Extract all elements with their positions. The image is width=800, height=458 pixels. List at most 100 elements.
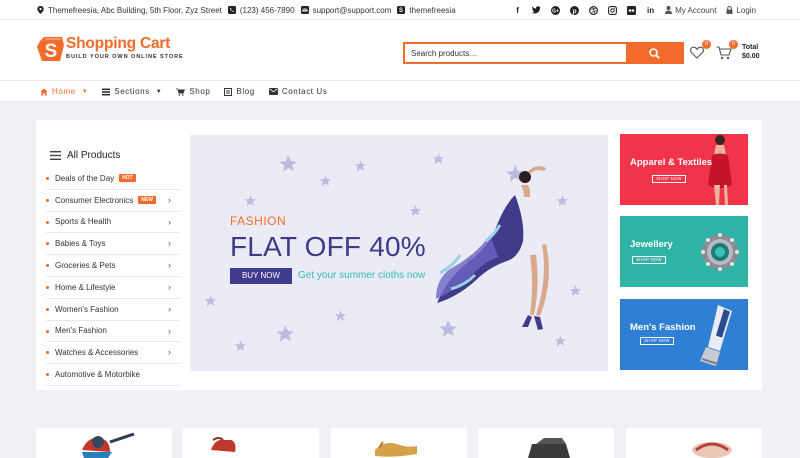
new-badge: NEW [138,196,156,205]
jewellery-ring-image [701,233,739,271]
buy-now-button[interactable]: BUY NOW [230,268,292,284]
nav-item-sections[interactable]: Sections ▼ [102,87,162,96]
location-pin-icon [36,6,44,14]
phone-text: (123) 456-7890 [239,5,295,15]
heart-icon [690,46,704,59]
hot-badge: HOT [119,174,136,183]
logo-tagline: BUILD YOUR OWN ONLINE STORE [66,54,184,60]
nav-item-contact[interactable]: Contact Us [268,87,328,96]
nav-item-home[interactable]: Home ▼ [40,87,88,96]
all-products-title: All Products [67,150,121,161]
hamburger-menu-icon [50,151,61,160]
flickr-icon[interactable] [627,5,637,15]
hero-kicker: FASHION [230,214,287,228]
twitter-icon[interactable] [531,5,541,15]
nav-item-shop[interactable]: Shop [176,87,210,96]
category-item-automotive-motorbike[interactable]: Automotive & Motorbike [46,364,180,386]
shop-now-button[interactable]: SHOP NOW [632,256,666,264]
chevron-right-icon: › [168,194,171,205]
product-image [528,438,570,458]
facebook-icon[interactable]: f [513,6,522,15]
user-icon [665,6,673,14]
product-card[interactable] [478,428,614,458]
category-item-mens-fashion[interactable]: Men's Fashion › [46,321,180,343]
svg-text:G+: G+ [552,8,559,14]
chevron-right-icon: › [168,347,171,358]
category-item-groceries-pets[interactable]: Groceries & Pets › [46,255,180,277]
chevron-right-icon: › [168,281,171,292]
nav-sections-label: Sections [114,87,150,96]
svg-text:p: p [573,7,577,14]
category-label: Deals of the Day [55,173,115,183]
banner-apparel-textiles[interactable]: Apparel & Textiles SHOP NOW [620,134,748,205]
product-card[interactable] [626,428,762,458]
search-input[interactable] [405,44,626,62]
cart-total-label: Total [742,44,759,51]
hero-slider[interactable]: FASHION FLAT OFF 40% BUY NOW Get your su… [190,135,608,371]
logo-title: Shopping Cart [66,35,171,52]
search-button[interactable] [626,44,682,62]
category-label: Home & Lifestyle [55,282,116,292]
top-bar: Themefreesia, Abc Building, 5th Floor, Z… [0,0,800,20]
category-item-womens-fashion[interactable]: Women's Fashion › [46,299,180,321]
category-label: Automotive & Motorbike [55,370,140,380]
model-figure [436,166,549,330]
cart-count-badge: 0 [729,40,738,49]
search-bar [403,42,684,64]
category-item-home-lifestyle[interactable]: Home & Lifestyle › [46,277,180,299]
cart-button[interactable]: 0 [716,40,738,60]
nav-home-label: Home [52,87,76,96]
skype-item[interactable]: S themefreesia [397,6,456,15]
dribbble-icon[interactable] [589,5,599,15]
blog-icon [224,87,233,96]
nav-item-blog[interactable]: Blog [224,87,254,96]
pinterest-icon[interactable]: p [570,5,580,15]
address-text: Themefreesia, Abc Building, 5th Floor, Z… [48,5,222,15]
banner-jewellery[interactable]: Jewellery SHOP NOW [620,216,748,287]
category-label: Sports & Health [55,217,112,227]
login-link[interactable]: Login [726,6,756,15]
instagram-icon[interactable] [608,5,618,15]
shop-now-button[interactable]: SHOP NOW [640,337,674,345]
cart-total[interactable]: Total $0.00 [742,43,760,61]
product-card[interactable] [36,428,172,458]
category-item-babies-toys[interactable]: Babies & Toys › [46,233,180,256]
shopping-bag-logo-icon: S [36,35,64,63]
product-card[interactable] [331,428,467,458]
site-logo[interactable]: S Shopping Cart BUILD YOUR OWN ONLINE ST… [36,35,184,63]
linkedin-icon[interactable]: in [646,6,655,15]
my-account-link[interactable]: My Account [665,6,716,15]
cart-icon [176,88,186,96]
chevron-down-icon: ▼ [155,88,163,95]
google-plus-icon[interactable]: G+ [551,5,561,15]
product-image [692,442,732,458]
svg-text:S: S [45,41,58,62]
category-label: Women's Fashion [55,304,119,314]
nav-contact-label: Contact Us [281,87,328,96]
banner-title: Men's Fashion [630,322,696,333]
banner-mens-fashion[interactable]: Men's Fashion SHOP NOW [620,299,748,370]
home-icon [40,88,48,95]
product-image [375,441,417,457]
cart-total-value: $0.00 [742,53,760,60]
category-item-sports-health[interactable]: Sports & Health › [46,212,180,234]
envelope-icon [268,88,278,95]
email-item[interactable]: support@support.com [300,6,391,15]
login-label: Login [736,5,756,15]
nav-shop-label: Shop [189,87,211,96]
wishlist-button[interactable]: 0 [690,40,711,60]
product-card[interactable] [183,428,319,458]
hero-headline: FLAT OFF 40% [230,231,426,262]
banner-title: Apparel & Textiles [630,157,713,168]
site-header: S Shopping Cart BUILD YOUR OWN ONLINE ST… [0,20,800,81]
shop-now-button[interactable]: SHOP NOW [652,175,686,183]
lock-icon [726,6,733,14]
phone-icon [227,6,236,14]
category-item-deals[interactable]: Deals of the Day HOT [46,168,180,190]
category-item-watches-accessories[interactable]: Watches & Accessories › [46,342,180,365]
all-products-heading[interactable]: All Products [50,150,120,161]
chevron-right-icon: › [168,216,171,227]
wishlist-count-badge: 0 [702,40,711,49]
category-item-consumer-electronics[interactable]: Consumer Electronics NEW › [46,190,180,212]
phone-item[interactable]: (123) 456-7890 [227,5,295,15]
